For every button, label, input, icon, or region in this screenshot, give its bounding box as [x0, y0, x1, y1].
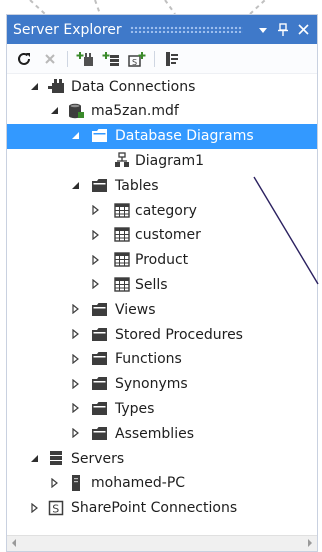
- connect-to-sharepoint-icon[interactable]: S: [128, 50, 146, 68]
- drag-grip[interactable]: [129, 26, 243, 33]
- collapsed-arrow-icon[interactable]: [90, 254, 100, 265]
- tree-item-views[interactable]: Views: [7, 297, 317, 322]
- tree-item-sells[interactable]: Sells: [7, 272, 317, 297]
- tree-item-label: mohamed-PC: [91, 475, 186, 492]
- table-icon: [113, 226, 131, 244]
- panel-title: Server Explorer: [13, 21, 122, 38]
- close-icon[interactable]: [295, 21, 311, 39]
- tree-item-assemblies[interactable]: Assemblies: [7, 421, 317, 446]
- expanded-arrow-icon[interactable]: [70, 180, 80, 190]
- expanded-arrow-icon[interactable]: [49, 106, 59, 116]
- tree-item-label: Diagram1: [135, 152, 205, 169]
- tree-item-label: SharePoint Connections: [71, 500, 238, 517]
- collapsed-arrow-icon[interactable]: [49, 477, 59, 488]
- tree-item-label: Sells: [135, 276, 168, 293]
- tree-item-diagram1[interactable]: Diagram1: [7, 148, 317, 173]
- tree-item-label: Servers: [71, 450, 125, 467]
- tree-item-label: Functions: [115, 351, 182, 368]
- tree-item-label: category: [135, 202, 197, 219]
- folder-icon: [91, 375, 109, 393]
- collapsed-arrow-icon[interactable]: [90, 229, 100, 240]
- tree-item-label: Tables: [115, 177, 159, 194]
- scroll-left-icon[interactable]: [12, 539, 16, 547]
- tree-item-servers[interactable]: Servers: [7, 446, 317, 471]
- database-icon: [67, 102, 85, 120]
- scroll-right-icon[interactable]: [308, 539, 312, 547]
- horizontal-scrollbar[interactable]: [7, 535, 317, 551]
- connect-to-database-icon[interactable]: [76, 50, 94, 68]
- tree-item-ma5zan-mdf[interactable]: ma5zan.mdf: [7, 99, 317, 124]
- folder-icon: [91, 424, 109, 442]
- stop-icon[interactable]: [41, 50, 59, 68]
- svg-text:S: S: [132, 58, 137, 67]
- collapsed-arrow-icon[interactable]: [70, 304, 80, 315]
- tree-item-customer[interactable]: customer: [7, 223, 317, 248]
- table-icon: [113, 201, 131, 219]
- tree-item-synonyms[interactable]: Synonyms: [7, 372, 317, 397]
- collapsed-arrow-icon[interactable]: [70, 353, 80, 364]
- collapsed-arrow-icon[interactable]: [70, 329, 80, 339]
- tree-item-label: Data Connections: [71, 78, 196, 95]
- tree-item-label: Assemblies: [115, 425, 194, 442]
- tree-item-product[interactable]: Product: [7, 248, 317, 273]
- tree-item-category[interactable]: category: [7, 198, 317, 223]
- expanded-arrow-icon[interactable]: [70, 131, 80, 141]
- panel-titlebar[interactable]: Server Explorer: [7, 15, 317, 44]
- folder-icon: [91, 300, 109, 318]
- sharepoint-icon: S: [47, 499, 65, 517]
- tree-item-label: customer: [135, 227, 201, 244]
- tree-item-label: Stored Procedures: [115, 326, 243, 343]
- collapsed-arrow-icon[interactable]: [70, 428, 80, 439]
- tree-item-database-diagrams[interactable]: Database Diagrams: [7, 123, 317, 149]
- folder-icon: [91, 127, 109, 145]
- collapsed-arrow-icon[interactable]: [90, 205, 100, 215]
- server-icon: [67, 474, 85, 492]
- collapsed-arrow-icon[interactable]: [70, 378, 80, 389]
- data-connections-icon: [47, 77, 65, 95]
- collapsed-arrow-icon[interactable]: [70, 403, 80, 414]
- tree-item-data-connections[interactable]: Data Connections: [7, 74, 317, 99]
- toolbar: S: [7, 44, 317, 74]
- folder-icon: [91, 176, 109, 194]
- folder-icon: [91, 325, 109, 343]
- tree-item-label: Database Diagrams: [115, 128, 254, 145]
- tree-item-label: Types: [115, 400, 155, 417]
- connect-to-server-icon[interactable]: [102, 50, 120, 68]
- folder-icon: [91, 399, 109, 417]
- properties-icon[interactable]: [163, 50, 181, 68]
- tree-item-stored-procedures[interactable]: Stored Procedures: [7, 322, 317, 347]
- pin-icon[interactable]: [275, 21, 291, 39]
- svg-text:S: S: [52, 502, 59, 515]
- server-explorer-panel: Server Explorer S Data Connections ma5za…: [6, 14, 318, 552]
- diagram-icon: [113, 151, 131, 169]
- folder-icon: [91, 350, 109, 368]
- tree-item-label: ma5zan.mdf: [91, 103, 179, 120]
- table-icon: [113, 251, 131, 269]
- expanded-arrow-icon[interactable]: [29, 81, 39, 91]
- expanded-arrow-icon[interactable]: [29, 453, 39, 463]
- tree-item-tables[interactable]: Tables: [7, 173, 317, 198]
- tree-item-label: Views: [115, 301, 156, 318]
- tree-item-mohamed-pc[interactable]: mohamed-PC: [7, 471, 317, 496]
- toolbar-separator: [154, 50, 155, 67]
- table-icon: [113, 275, 131, 293]
- tree-item-sharepoint-connections[interactable]: S SharePoint Connections: [7, 496, 317, 521]
- tree-item-label: Synonyms: [115, 376, 188, 393]
- toolbar-separator: [67, 50, 68, 67]
- refresh-icon[interactable]: [15, 50, 33, 68]
- window-position-dropdown-icon[interactable]: [255, 21, 271, 39]
- tree-item-label: Product: [135, 252, 189, 269]
- tree-item-types[interactable]: Types: [7, 396, 317, 421]
- collapsed-arrow-icon[interactable]: [90, 279, 100, 290]
- servers-icon: [47, 449, 65, 467]
- tree-item-functions[interactable]: Functions: [7, 347, 317, 372]
- collapsed-arrow-icon[interactable]: [29, 502, 39, 513]
